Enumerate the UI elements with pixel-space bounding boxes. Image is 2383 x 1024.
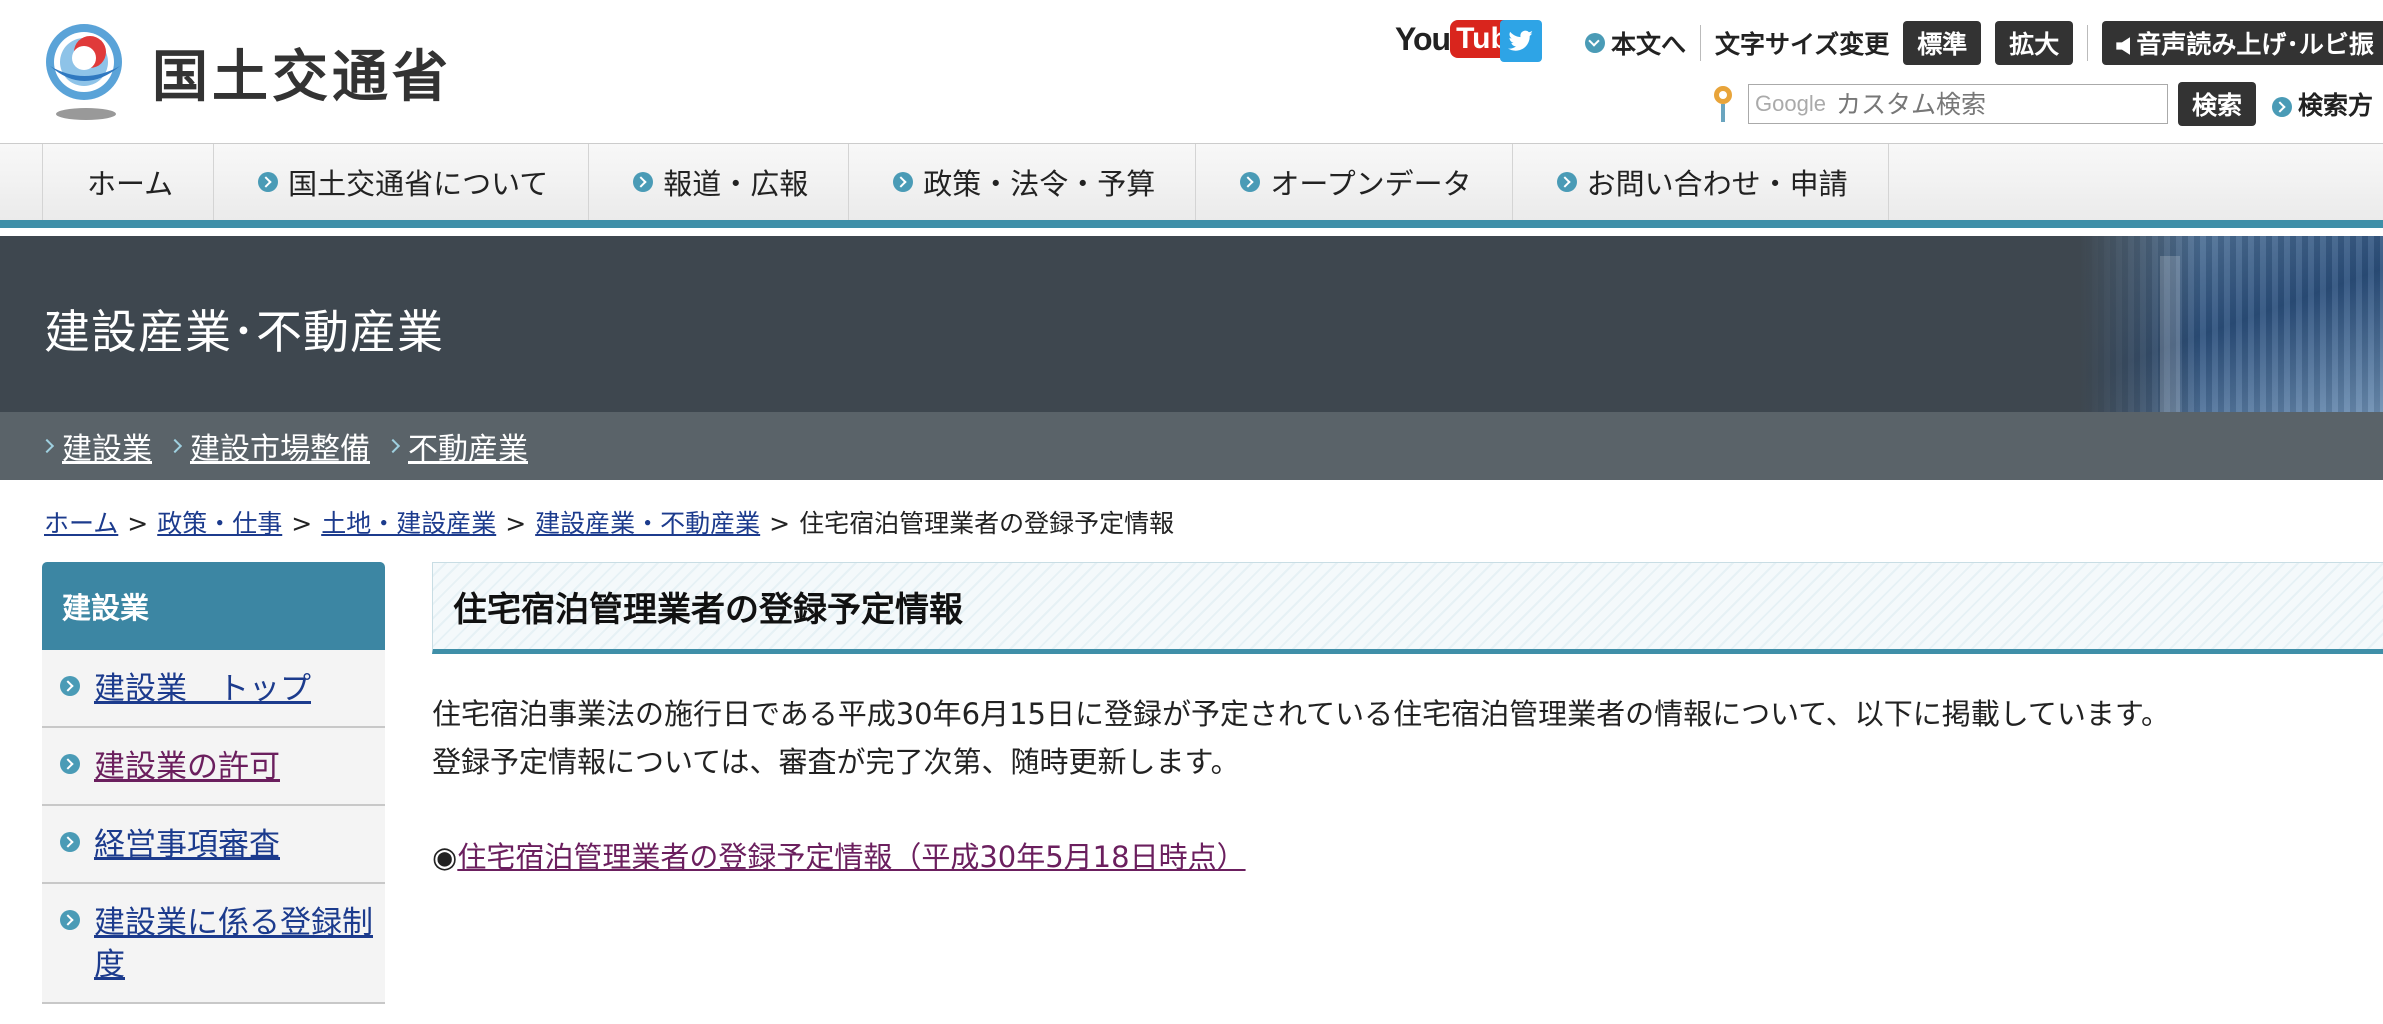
sidebar-item-registration[interactable]: 建設業に係る登録制度 [42, 884, 385, 1004]
arrow-right-icon [1556, 172, 1577, 192]
google-brand-label: Google [1755, 91, 1826, 116]
font-large-button[interactable]: 拡大 [1995, 21, 2074, 65]
chevron-right-icon [385, 438, 401, 454]
divider [2087, 25, 2089, 61]
font-standard-button[interactable]: 標準 [1903, 21, 1982, 65]
arrow-right-icon [258, 172, 279, 192]
arrow-right-icon [60, 676, 80, 696]
voice-reading-button[interactable]: 音声読み上げ･ルビ振 [2102, 21, 2383, 65]
nav-contact[interactable]: お問い合わせ・申請 [1511, 144, 1889, 220]
breadcrumb-link[interactable]: 土地・建設産業 [321, 509, 496, 538]
arrow-right-icon [60, 832, 80, 852]
sidebar-link[interactable]: 経営事項審査 [94, 827, 280, 863]
nav-policy-label: 政策・法令・予算 [923, 167, 1156, 201]
nav-opendata-label: オープンデータ [1270, 167, 1472, 201]
breadcrumb-link[interactable]: 建設産業・不動産業 [535, 509, 760, 538]
arrow-right-icon [60, 910, 80, 930]
chevron-right-icon [167, 438, 183, 454]
subnav-link[interactable]: 不動産業 [408, 424, 528, 468]
search-box: Google [1748, 84, 2168, 124]
mlit-emblem-icon [46, 24, 122, 120]
subnav-item-construction[interactable]: 建設業 [39, 424, 152, 468]
subnav-item-realestate[interactable]: 不動産業 [385, 424, 528, 468]
sidebar-item-top[interactable]: 建設業 トップ [42, 650, 385, 728]
breadcrumb-current: 住宅宿泊管理業者の登録予定情報 [799, 509, 1175, 538]
site-header: 国土交通省 You Tube 本文へ 文字サイズ変更 標準 拡大 音声読み上げ･… [0, 0, 2383, 143]
section-banner: 建設産業･不動産業 [0, 236, 2383, 412]
search-input[interactable] [1835, 89, 2136, 119]
arrow-right-icon [2272, 97, 2293, 117]
nav-press[interactable]: 報道・広報 [588, 144, 848, 220]
intro-text: 住宅宿泊事業法の施行日である平成30年6月15日に登録が予定されている住宅宿泊管… [432, 690, 2383, 786]
breadcrumb-separator: > [505, 509, 527, 538]
breadcrumb: ホーム > 政策・仕事 > 土地・建設産業 > 建設産業・不動産業 > 住宅宿泊管理業者の登録予… [44, 504, 1174, 540]
arrow-down-icon [1585, 33, 1605, 53]
main-content: 住宅宿泊管理業者の登録予定情報 住宅宿泊事業法の施行日である平成30年6月15日… [432, 562, 2383, 876]
sidebar-link[interactable]: 建設業 トップ [94, 671, 311, 707]
global-nav: ホーム 国土交通省について 報道・広報 政策・法令・予算 オープンデータ お問い… [0, 143, 2383, 228]
page-heading-box: 住宅宿泊管理業者の登録予定情報 [432, 562, 2383, 654]
breadcrumb-link[interactable]: ホーム [44, 509, 118, 538]
twitter-bird-icon [1508, 30, 1533, 51]
twitter-icon[interactable] [1500, 20, 1542, 62]
section-title: 建設産業･不動産業 [44, 305, 444, 359]
arrow-right-icon [633, 172, 654, 192]
mlit-logo[interactable]: 国土交通省 [40, 22, 452, 122]
breadcrumb-link[interactable]: 政策・仕事 [157, 509, 282, 538]
subnav-link[interactable]: 建設市場整備 [190, 424, 370, 468]
nav-about[interactable]: 国土交通省について [213, 144, 588, 220]
nav-about-label: 国土交通省について [288, 167, 549, 201]
registration-link-row: ◉住宅宿泊管理業者の登録予定情報（平成30年5月18日時点） [432, 834, 2383, 876]
sidebar-link[interactable]: 建設業に係る登録制度 [94, 905, 373, 983]
nav-press-label: 報道・広報 [663, 167, 809, 201]
sidebar-item-license[interactable]: 建設業の許可 [42, 728, 385, 806]
sidebar-link[interactable]: 建設業の許可 [94, 749, 280, 785]
chevron-right-icon [39, 438, 55, 454]
voice-reading-label: 音声読み上げ･ルビ振 [2136, 30, 2374, 59]
utility-links: 本文へ 文字サイズ変更 標準 拡大 音声読み上げ･ルビ振 [1585, 21, 2383, 65]
subnav-link[interactable]: 建設業 [62, 424, 152, 468]
font-size-label: 文字サイズ変更 [1715, 30, 1890, 59]
breadcrumb-separator: > [291, 509, 313, 538]
arrow-right-icon [1240, 172, 1261, 192]
subnav-item-market[interactable]: 建設市場整備 [167, 424, 370, 468]
search-help-label: 検索方 [2298, 91, 2374, 120]
search-pin-icon [1710, 84, 1738, 124]
registration-info-link[interactable]: 住宅宿泊管理業者の登録予定情報（平成30年5月18日時点） [457, 840, 1245, 874]
intro-paragraph-1: 住宅宿泊事業法の施行日である平成30年6月15日に登録が予定されている住宅宿泊管… [432, 697, 2171, 731]
banner-photo [2080, 236, 2383, 412]
nav-contact-label: お問い合わせ・申請 [1586, 167, 1848, 201]
intro-paragraph-2: 登録予定情報については、審査が完了次第、随時更新します。 [432, 745, 1240, 779]
nav-opendata[interactable]: オープンデータ [1195, 144, 1511, 220]
nav-home-label: ホーム [87, 167, 174, 201]
skip-to-content-link[interactable]: 本文へ [1611, 25, 1686, 61]
divider [1700, 25, 1702, 61]
search-area: Google 検索 検索方 [1710, 82, 2373, 126]
sidebar: 建設業 建設業 トップ 建設業の許可 経営事項審査 建設業に係る登録制度 [42, 562, 385, 1004]
nav-home[interactable]: ホーム [42, 144, 213, 220]
youtube-logo-you: You [1395, 20, 1451, 57]
breadcrumb-separator: > [769, 509, 791, 538]
sidebar-item-review[interactable]: 経営事項審査 [42, 806, 385, 884]
nav-policy[interactable]: 政策・法令・予算 [848, 144, 1195, 220]
sidebar-heading: 建設業 [42, 562, 385, 650]
bullet-icon: ◉ [432, 840, 458, 874]
speaker-icon [2116, 37, 2131, 55]
site-name: 国土交通省 [152, 44, 452, 110]
page-title: 住宅宿泊管理業者の登録予定情報 [453, 589, 963, 630]
arrow-right-icon [60, 754, 80, 774]
section-subnav: 建設業 建設市場整備 不動産業 [0, 412, 2383, 480]
arrow-right-icon [893, 172, 914, 192]
breadcrumb-separator: > [127, 509, 149, 538]
search-help-link[interactable]: 検索方 [2272, 86, 2373, 122]
search-button[interactable]: 検索 [2178, 82, 2257, 126]
